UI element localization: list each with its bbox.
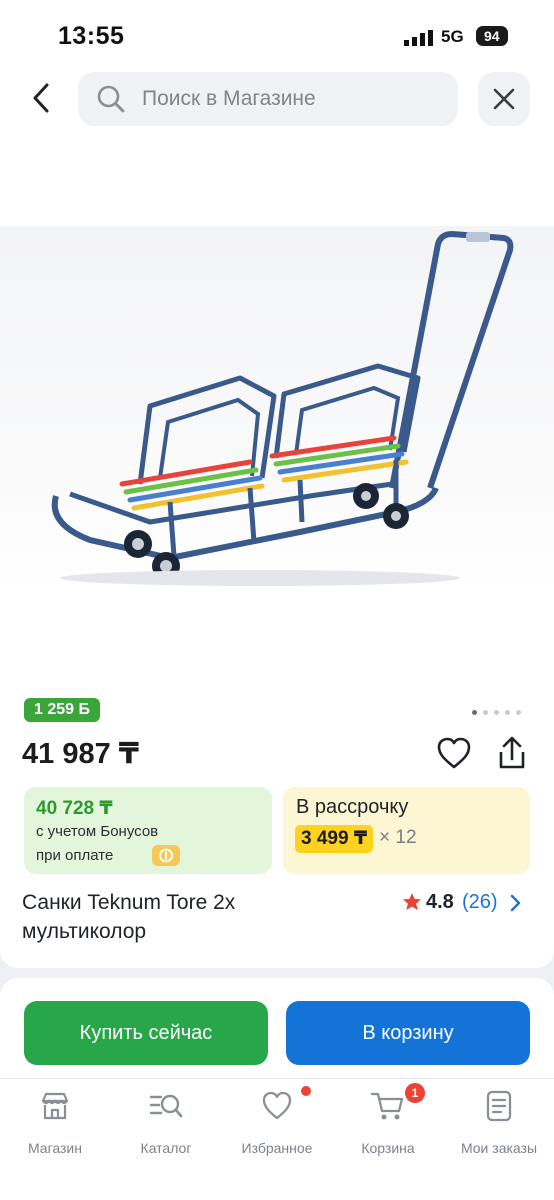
back-chevron-icon[interactable] xyxy=(24,80,60,116)
search-placeholder: Поиск в Магазине xyxy=(142,87,316,110)
review-count[interactable]: (26) xyxy=(462,891,498,914)
share-icon[interactable] xyxy=(494,734,530,772)
buy-now-button[interactable]: Купить сейчас xyxy=(24,1001,268,1065)
close-icon xyxy=(493,88,515,110)
product-title: Санки Teknum Tore 2х мультиколор xyxy=(22,891,236,943)
sled-illustration xyxy=(51,231,514,586)
product-image[interactable] xyxy=(0,226,554,590)
orders-icon xyxy=(486,1090,512,1122)
kaspi-pay-icon xyxy=(152,845,180,866)
tab-catalog-label: Каталог xyxy=(140,1140,192,1156)
tab-cart-label: Корзина xyxy=(361,1140,415,1156)
bonus-price-caption-payment: при оплате xyxy=(36,847,114,864)
search-icon xyxy=(97,85,125,113)
tab-catalog[interactable]: Каталог xyxy=(111,1089,221,1159)
signal-icon xyxy=(404,30,433,46)
tab-shop-label: Магазин xyxy=(27,1140,82,1156)
gallery-dot[interactable] xyxy=(483,710,488,715)
installment-title: В рассрочку xyxy=(296,796,409,818)
gallery-pagination[interactable] xyxy=(472,702,528,715)
bottom-tab-bar: Магазин Каталог Избранное 1 Корзина Мои … xyxy=(0,1078,554,1200)
chevron-right-icon xyxy=(510,894,521,912)
tab-favorites[interactable]: Избранное xyxy=(222,1086,332,1159)
cart-icon xyxy=(370,1092,404,1120)
tab-orders[interactable]: Мои заказы xyxy=(444,1089,554,1159)
heart-icon xyxy=(262,1091,292,1120)
bonus-price-card[interactable]: 40 728 ₸ с учетом Бонусов при оплате xyxy=(24,787,272,874)
shop-icon xyxy=(41,1092,69,1120)
installment-card[interactable]: В рассрочку 3 499 ₸ × 12 xyxy=(283,787,530,874)
tab-orders-label: Мои заказы xyxy=(460,1140,538,1156)
gallery-dot[interactable] xyxy=(505,710,510,715)
bonus-badge: 1 259 Б xyxy=(24,698,100,722)
favorites-notification-dot xyxy=(301,1086,311,1096)
action-bar: Купить сейчас В корзину xyxy=(0,978,554,1078)
search-input[interactable]: Поиск в Магазине xyxy=(78,72,458,126)
gallery-dot[interactable] xyxy=(516,710,521,715)
gallery-dot[interactable] xyxy=(494,710,499,715)
product-price: 41 987 ₸ xyxy=(22,738,139,770)
rating-value: 4.8 xyxy=(426,891,454,913)
cart-count-badge: 1 xyxy=(405,1083,425,1103)
installment-amount: 3 499 ₸ xyxy=(295,825,374,853)
battery-indicator: 94 xyxy=(476,26,508,46)
tab-favorites-label: Избранное xyxy=(241,1140,313,1156)
bonus-price-caption: с учетом Бонусов xyxy=(36,823,159,840)
tab-cart[interactable]: 1 Корзина xyxy=(333,1083,443,1159)
close-button[interactable] xyxy=(478,72,530,126)
catalog-search-icon xyxy=(149,1094,183,1118)
star-icon xyxy=(403,893,421,910)
installment-multiplier: × 12 xyxy=(379,827,417,848)
status-time: 13:55 xyxy=(58,22,125,50)
product-page-top: 13:55 5G 94 Поиск в Магазине 1 259 Б 41 … xyxy=(0,0,554,968)
gallery-dot[interactable] xyxy=(472,710,477,715)
network-label: 5G xyxy=(441,27,464,46)
tab-shop[interactable]: Магазин xyxy=(0,1089,110,1159)
add-to-cart-button[interactable]: В корзину xyxy=(286,1001,530,1065)
bonus-price-value: 40 728 ₸ xyxy=(36,798,113,819)
favorite-heart-icon[interactable] xyxy=(436,736,472,770)
product-rating[interactable]: 4.8 (26) xyxy=(402,889,532,915)
